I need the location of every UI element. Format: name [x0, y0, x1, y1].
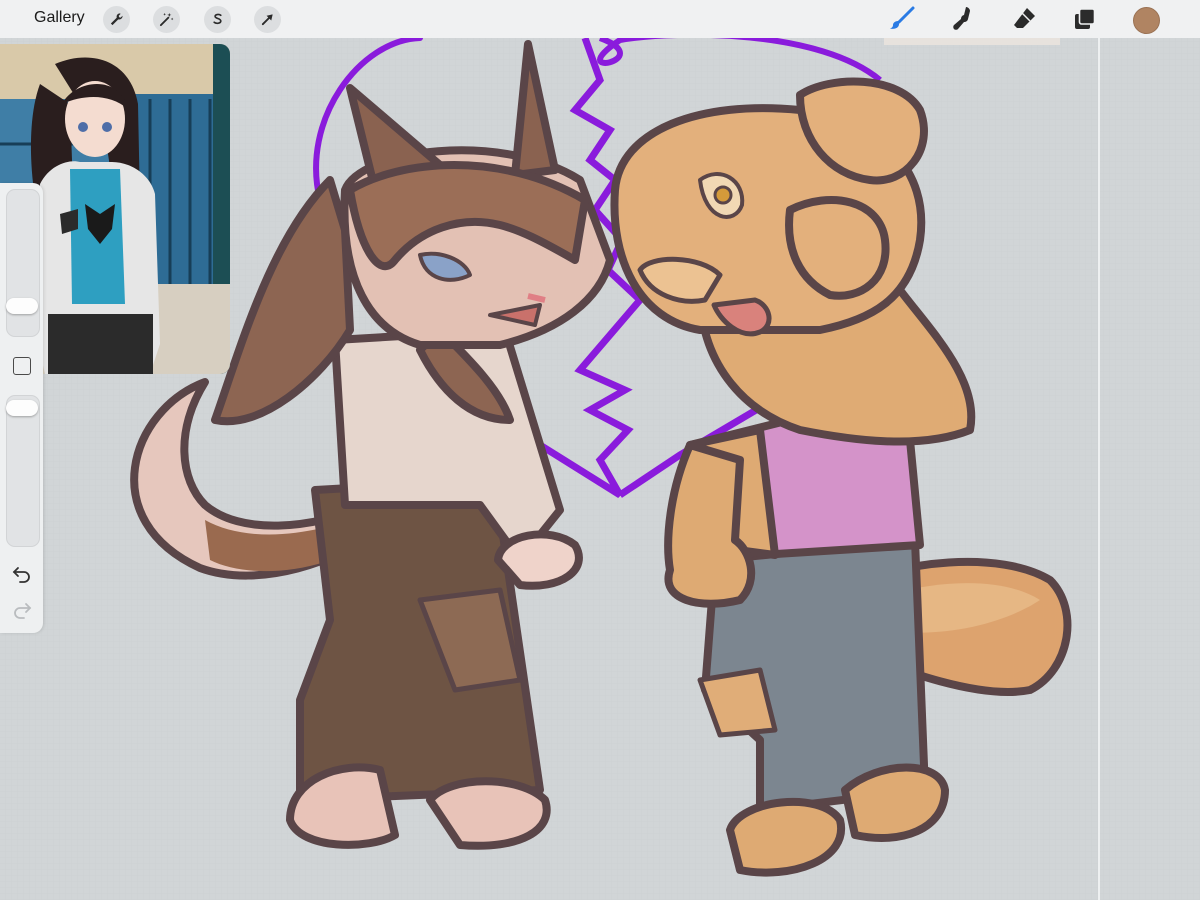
canvas-edge [1098, 38, 1100, 900]
undo-icon[interactable] [11, 565, 33, 583]
layers-icon[interactable] [1071, 5, 1099, 33]
redo-icon[interactable] [11, 601, 33, 619]
selection-s-icon[interactable] [204, 6, 231, 33]
gallery-button[interactable]: Gallery [34, 9, 85, 27]
brush-size-thumb[interactable] [6, 298, 38, 314]
eraser-icon[interactable] [1010, 5, 1038, 33]
opacity-slider[interactable] [6, 395, 40, 547]
modify-button[interactable] [13, 357, 31, 375]
top-toolbar: Gallery [0, 0, 1200, 39]
actions-wrench-icon[interactable] [103, 6, 130, 33]
brush-size-slider[interactable] [6, 189, 40, 337]
adjustments-wand-icon[interactable] [153, 6, 180, 33]
color-picker-swatch[interactable] [1133, 7, 1160, 34]
brush-icon[interactable] [888, 5, 916, 33]
smudge-icon[interactable] [948, 5, 976, 33]
transform-arrow-icon[interactable] [254, 6, 281, 33]
canvas-top-strip [884, 38, 1060, 45]
left-sidebar [0, 183, 43, 633]
opacity-thumb[interactable] [6, 400, 38, 416]
